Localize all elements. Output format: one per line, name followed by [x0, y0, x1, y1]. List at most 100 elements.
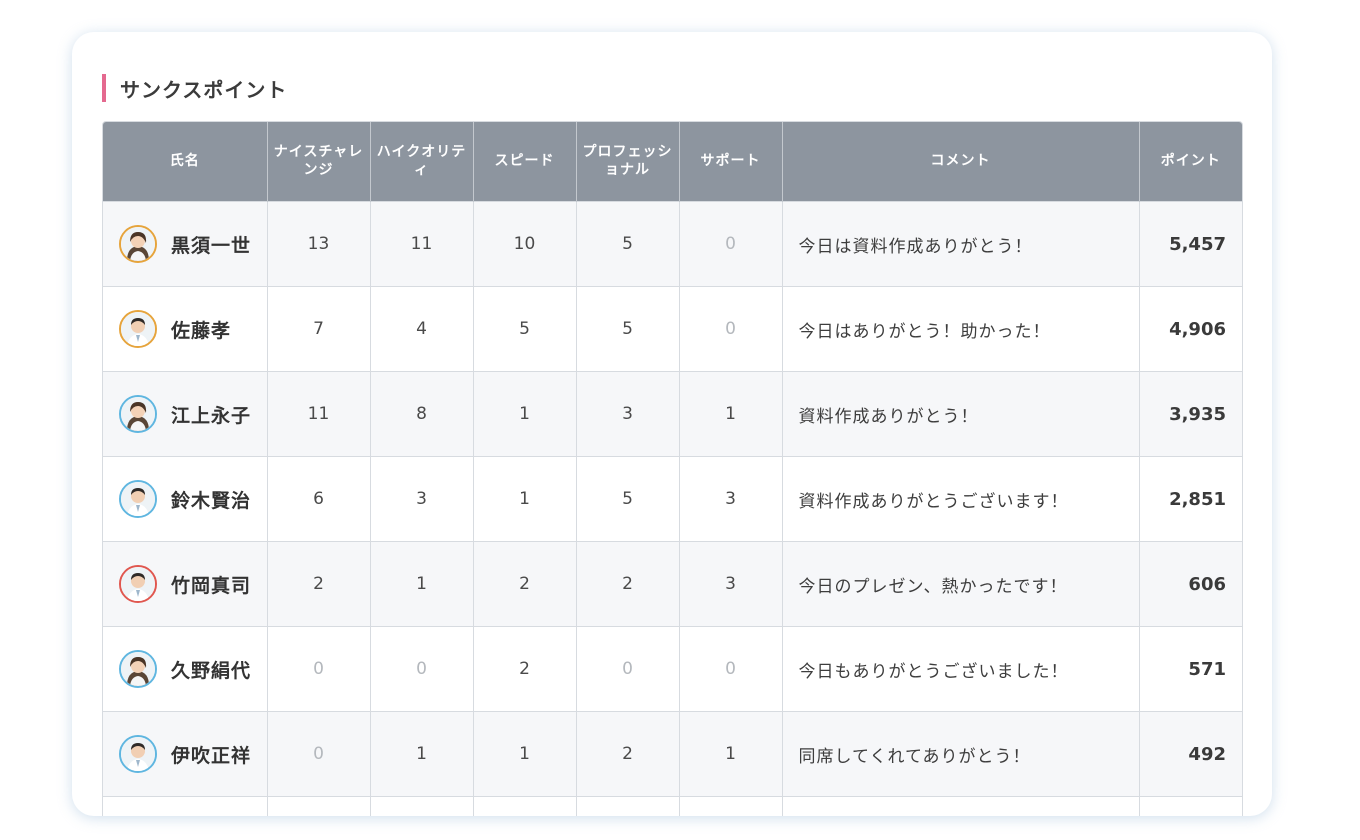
count-challenge: 0 [267, 626, 371, 712]
comment-cell: 資料作成ありがとう！ [782, 371, 1140, 457]
column-header-support[interactable]: サポート [679, 122, 783, 202]
name-wrapper: 江上永子 [119, 395, 267, 433]
column-header-professional[interactable]: プロフェッショナル [576, 122, 680, 202]
name-cell: 佐藤孝 [103, 286, 268, 372]
table-row[interactable]: 竹岡真司 2 1 2 2 3 今日のプレゼン、熱かったです！ 606 [103, 541, 1242, 627]
count-quality: 0 [370, 626, 474, 712]
count-challenge: 11 [267, 371, 371, 457]
comment-cell: 今日のプレゼン、熱かったです！ [782, 541, 1140, 627]
points-cell: 571 [1139, 626, 1242, 712]
points-cell: 3,935 [1139, 371, 1242, 457]
name-cell: 江上永子 [103, 371, 268, 457]
count-professional: 2 [576, 541, 680, 627]
count-challenge: 2 [267, 541, 371, 627]
person-name: 江上永子 [171, 404, 252, 427]
name-cell: 鈴木賢治 [103, 456, 268, 542]
column-header-name[interactable]: 氏名 [103, 122, 268, 202]
name-wrapper: 鈴木賢治 [119, 480, 267, 518]
section-heading: サンクスポイント [102, 74, 287, 102]
count-quality: 4 [370, 286, 474, 372]
thanks-points-table: 氏名 ナイスチャレンジ ハイクオリティ スピード プロフェッショナル サポート … [103, 122, 1242, 816]
points-cell: 606 [1139, 541, 1242, 627]
table-row[interactable]: 江上永子 11 8 1 3 1 資料作成ありがとう！ 3,935 [103, 371, 1242, 457]
column-header-points[interactable]: ポイント [1139, 122, 1242, 202]
column-header-comment[interactable]: コメント [782, 122, 1140, 202]
column-header-quality[interactable]: ハイクオリティ [370, 122, 474, 202]
count-quality: 1 [370, 711, 474, 797]
person-name: 鈴木賢治 [171, 489, 252, 512]
avatar-man-icon [119, 480, 157, 518]
name-wrapper: 竹岡真司 [119, 565, 267, 603]
column-header-speed[interactable]: スピード [473, 122, 577, 202]
table-header-row: 氏名 ナイスチャレンジ ハイクオリティ スピード プロフェッショナル サポート … [103, 122, 1242, 202]
points-cell: 5,457 [1139, 201, 1242, 287]
count-speed: 1 [473, 456, 577, 542]
table-header: 氏名 ナイスチャレンジ ハイクオリティ スピード プロフェッショナル サポート … [103, 122, 1242, 202]
column-header-challenge[interactable]: ナイスチャレンジ [267, 122, 371, 202]
table-row[interactable]: 佐藤孝 7 4 5 5 0 今日はありがとう！助かった！ 4,906 [103, 286, 1242, 372]
avatar-woman-icon [119, 650, 157, 688]
table-row[interactable]: 伊吹正祥 0 1 1 2 1 同席してくれてありがとう！ 492 [103, 711, 1242, 797]
count-quality: 3 [370, 456, 474, 542]
comment-cell: 今日もありがとうございました！ [782, 626, 1140, 712]
count-challenge: 7 [267, 286, 371, 372]
count-quality: 1 [370, 541, 474, 627]
avatar-woman-icon [119, 225, 157, 263]
avatar-woman-icon [119, 395, 157, 433]
table-body: 黒須一世 13 11 10 5 0 今日は資料作成ありがとう！ 5,457 佐藤孝 7 4 5 5 0 今日… [103, 201, 1242, 816]
page: サンクスポイント 氏名 ナイスチャレンジ ハイクオリティ スピード プロフェッシ… [0, 0, 1360, 840]
name-cell: 黒須一世 [103, 201, 268, 287]
count-challenge: 0 [267, 711, 371, 797]
name-wrapper: 黒須一世 [119, 225, 267, 263]
avatar-man-icon [119, 735, 157, 773]
avatar-man-icon [119, 310, 157, 348]
count-professional: 5 [576, 286, 680, 372]
table-row[interactable]: 黒須一世 13 11 10 5 0 今日は資料作成ありがとう！ 5,457 [103, 201, 1242, 287]
count-support: 3 [679, 541, 783, 627]
count-speed: 2 [473, 541, 577, 627]
name-cell: 久野絹代 [103, 626, 268, 712]
comment-cell: 今日はありがとう！助かった！ [782, 286, 1140, 372]
points-cell: 2,851 [1139, 456, 1242, 542]
name-cell: 竹岡真司 [103, 541, 268, 627]
name-wrapper: 久野絹代 [119, 650, 267, 688]
comment-cell: 同席してくれてありがとう！ [782, 711, 1140, 797]
person-name: 伊吹正祥 [171, 744, 252, 767]
section-accent-bar [102, 74, 106, 102]
avatar-man-icon [119, 565, 157, 603]
table-row[interactable]: 久野絹代 0 0 2 0 0 今日もありがとうございました！ 571 [103, 626, 1242, 712]
count-support: 1 [679, 711, 783, 797]
comment-cell: 今日は資料作成ありがとう！ [782, 201, 1140, 287]
count-speed: 1 [473, 711, 577, 797]
count-speed: 5 [473, 286, 577, 372]
count-quality: 11 [370, 201, 474, 287]
name-cell: 伊吹正祥 [103, 711, 268, 797]
points-cell: 4,906 [1139, 286, 1242, 372]
section-title: サンクスポイント [120, 77, 288, 102]
person-name: 黒須一世 [171, 234, 252, 257]
count-speed: 2 [473, 626, 577, 712]
count-professional: 0 [576, 626, 680, 712]
count-professional: 5 [576, 201, 680, 287]
count-support: 1 [679, 371, 783, 457]
name-wrapper: 伊吹正祥 [119, 735, 267, 773]
count-professional: 3 [576, 371, 680, 457]
count-professional: 2 [576, 711, 680, 797]
person-name: 竹岡真司 [171, 574, 252, 597]
count-support: 3 [679, 456, 783, 542]
thanks-points-table-wrapper[interactable]: 氏名 ナイスチャレンジ ハイクオリティ スピード プロフェッショナル サポート … [102, 121, 1243, 816]
count-quality: 8 [370, 371, 474, 457]
count-speed: 10 [473, 201, 577, 287]
table-row[interactable]: 鈴木賢治 6 3 1 5 3 資料作成ありがとうございます！ 2,851 [103, 456, 1242, 542]
count-challenge: 6 [267, 456, 371, 542]
comment-cell: 資料作成ありがとうございます！ [782, 456, 1140, 542]
count-speed: 1 [473, 371, 577, 457]
count-support: 0 [679, 286, 783, 372]
count-support: 0 [679, 201, 783, 287]
count-support: 0 [679, 626, 783, 712]
count-challenge: 13 [267, 201, 371, 287]
thanks-points-card: サンクスポイント 氏名 ナイスチャレンジ ハイクオリティ スピード プロフェッシ… [72, 32, 1272, 816]
person-name: 久野絹代 [171, 659, 252, 682]
points-cell: 492 [1139, 711, 1242, 797]
name-wrapper: 佐藤孝 [119, 310, 267, 348]
